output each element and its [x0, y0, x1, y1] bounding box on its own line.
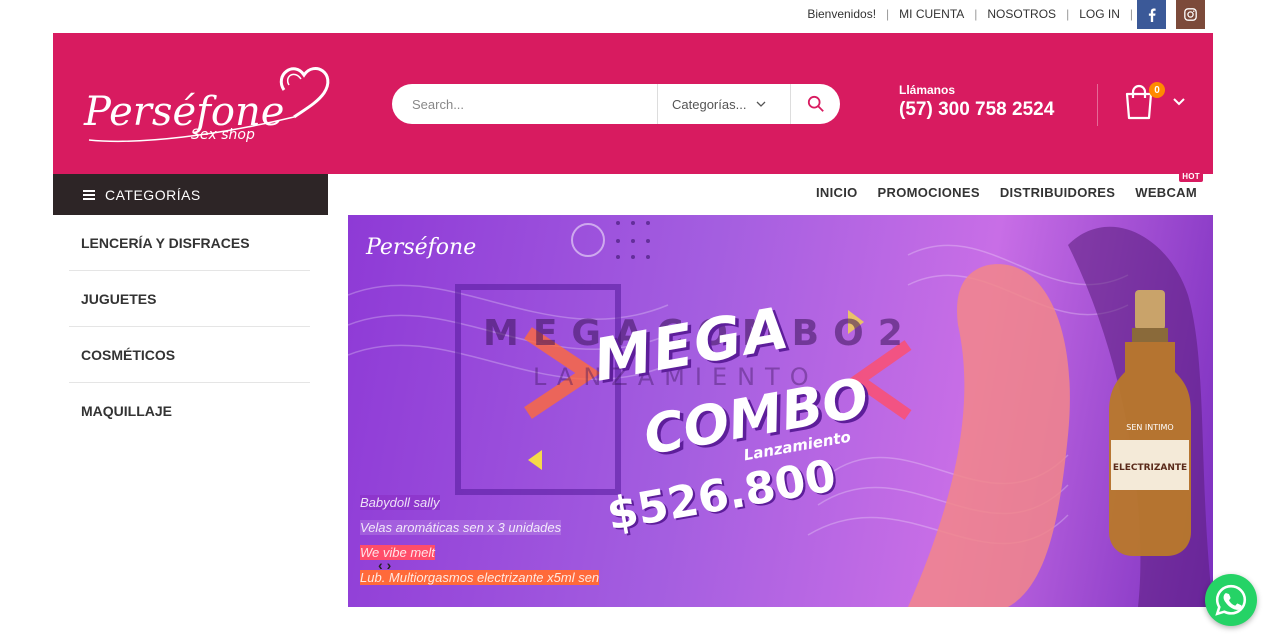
welcome-text: Bienvenidos!: [807, 7, 877, 21]
bottle-label: ELECTRIZANTE: [1113, 463, 1187, 473]
whatsapp-icon: [1215, 584, 1247, 616]
facebook-icon: [1148, 7, 1156, 22]
banner-product: Velas aromáticas sen x 3 unidades: [360, 520, 562, 535]
banner-product-list: Babydoll sally Velas aromáticas sen x 3 …: [352, 493, 607, 593]
site-header: Perséfone Sex shop Categorías... Llámano…: [53, 33, 1213, 174]
chevron-down-icon: [756, 101, 766, 107]
search-bar: Categorías...: [392, 84, 840, 124]
banner-product: We vibe melt: [360, 545, 435, 560]
nav-webcam[interactable]: WEBCAM HOT: [1135, 171, 1203, 200]
search-icon: [807, 95, 824, 112]
category-list: LENCERÍA Y DISFRACES JUGUETES COSMÉTICOS…: [69, 215, 310, 439]
banner-product: Lub. Multiorgasmos electrizante x5ml sen: [360, 570, 600, 585]
instagram-button[interactable]: [1176, 0, 1205, 29]
search-input[interactable]: [392, 84, 657, 124]
slider-prev-icon[interactable]: ‹: [378, 557, 383, 573]
call-us: Llámanos (57) 300 758 2524: [899, 83, 1054, 121]
chevron-down-icon: [1173, 98, 1185, 106]
category-item-cosmeticos[interactable]: COSMÉTICOS: [69, 327, 310, 383]
top-links: Bienvenidos! | MI CUENTA | NOSOTROS | LO…: [797, 7, 1133, 21]
logo-graphic: Perséfone Sex shop: [83, 67, 330, 143]
header-divider: [1097, 84, 1098, 126]
cart-button[interactable]: 0: [1121, 82, 1191, 122]
login-link[interactable]: LOG IN: [1069, 7, 1130, 21]
call-label: Llámanos: [899, 83, 956, 97]
category-select[interactable]: Categorías...: [657, 84, 790, 124]
phone-number[interactable]: (57) 300 758 2524: [899, 99, 1054, 121]
separator: |: [1129, 7, 1133, 21]
slider-next-icon[interactable]: ›: [387, 557, 392, 573]
category-item-maquillaje[interactable]: MAQUILLAJE: [69, 383, 310, 439]
instagram-icon: [1184, 8, 1197, 21]
hamburger-icon: [83, 189, 95, 200]
banner-product: Babydoll sally: [360, 495, 440, 510]
whatsapp-button[interactable]: [1205, 574, 1257, 626]
hot-badge: HOT: [1179, 171, 1203, 182]
site-logo[interactable]: Perséfone Sex shop: [79, 55, 339, 155]
hero-banner[interactable]: Perséfone MEGACOMBO2 LANZAMIENTO MEGA CO…: [348, 215, 1213, 607]
page: Bienvenidos! | MI CUENTA | NOSOTROS | LO…: [0, 0, 1273, 640]
about-link[interactable]: NOSOTROS: [977, 7, 1066, 21]
facebook-button[interactable]: [1137, 0, 1166, 29]
nav-distribuidores[interactable]: DISTRIBUIDORES: [1000, 185, 1115, 200]
banner-logo: Perséfone: [366, 235, 477, 260]
top-bar: Bienvenidos! | MI CUENTA | NOSOTROS | LO…: [0, 0, 1273, 32]
category-item-lenceria[interactable]: LENCERÍA Y DISFRACES: [69, 215, 310, 271]
cart-count-badge: 0: [1149, 82, 1165, 98]
main-nav: INICIO PROMOCIONES DISTRIBUIDORES WEBCAM…: [816, 171, 1203, 200]
bottle-graphic: SEN INTIMO ELECTRIZANTE: [1109, 290, 1191, 556]
bottle-brand: SEN INTIMO: [1126, 423, 1173, 432]
product-bottle-image: SEN INTIMO ELECTRIZANTE: [1105, 290, 1195, 560]
slider-arrows[interactable]: ‹ ›: [378, 557, 391, 573]
nav-inicio[interactable]: INICIO: [816, 185, 858, 200]
logo-subtext: Sex shop: [191, 127, 255, 143]
search-button[interactable]: [790, 84, 840, 124]
category-select-label: Categorías...: [672, 96, 747, 112]
my-account-link[interactable]: MI CUENTA: [889, 7, 974, 21]
nav-promociones[interactable]: PROMOCIONES: [878, 185, 980, 200]
categories-title: CATEGORÍAS: [105, 186, 201, 203]
category-item-juguetes[interactable]: JUGUETES: [69, 271, 310, 327]
categories-toggle[interactable]: CATEGORÍAS: [53, 174, 328, 215]
nav-webcam-label: WEBCAM: [1135, 185, 1197, 200]
